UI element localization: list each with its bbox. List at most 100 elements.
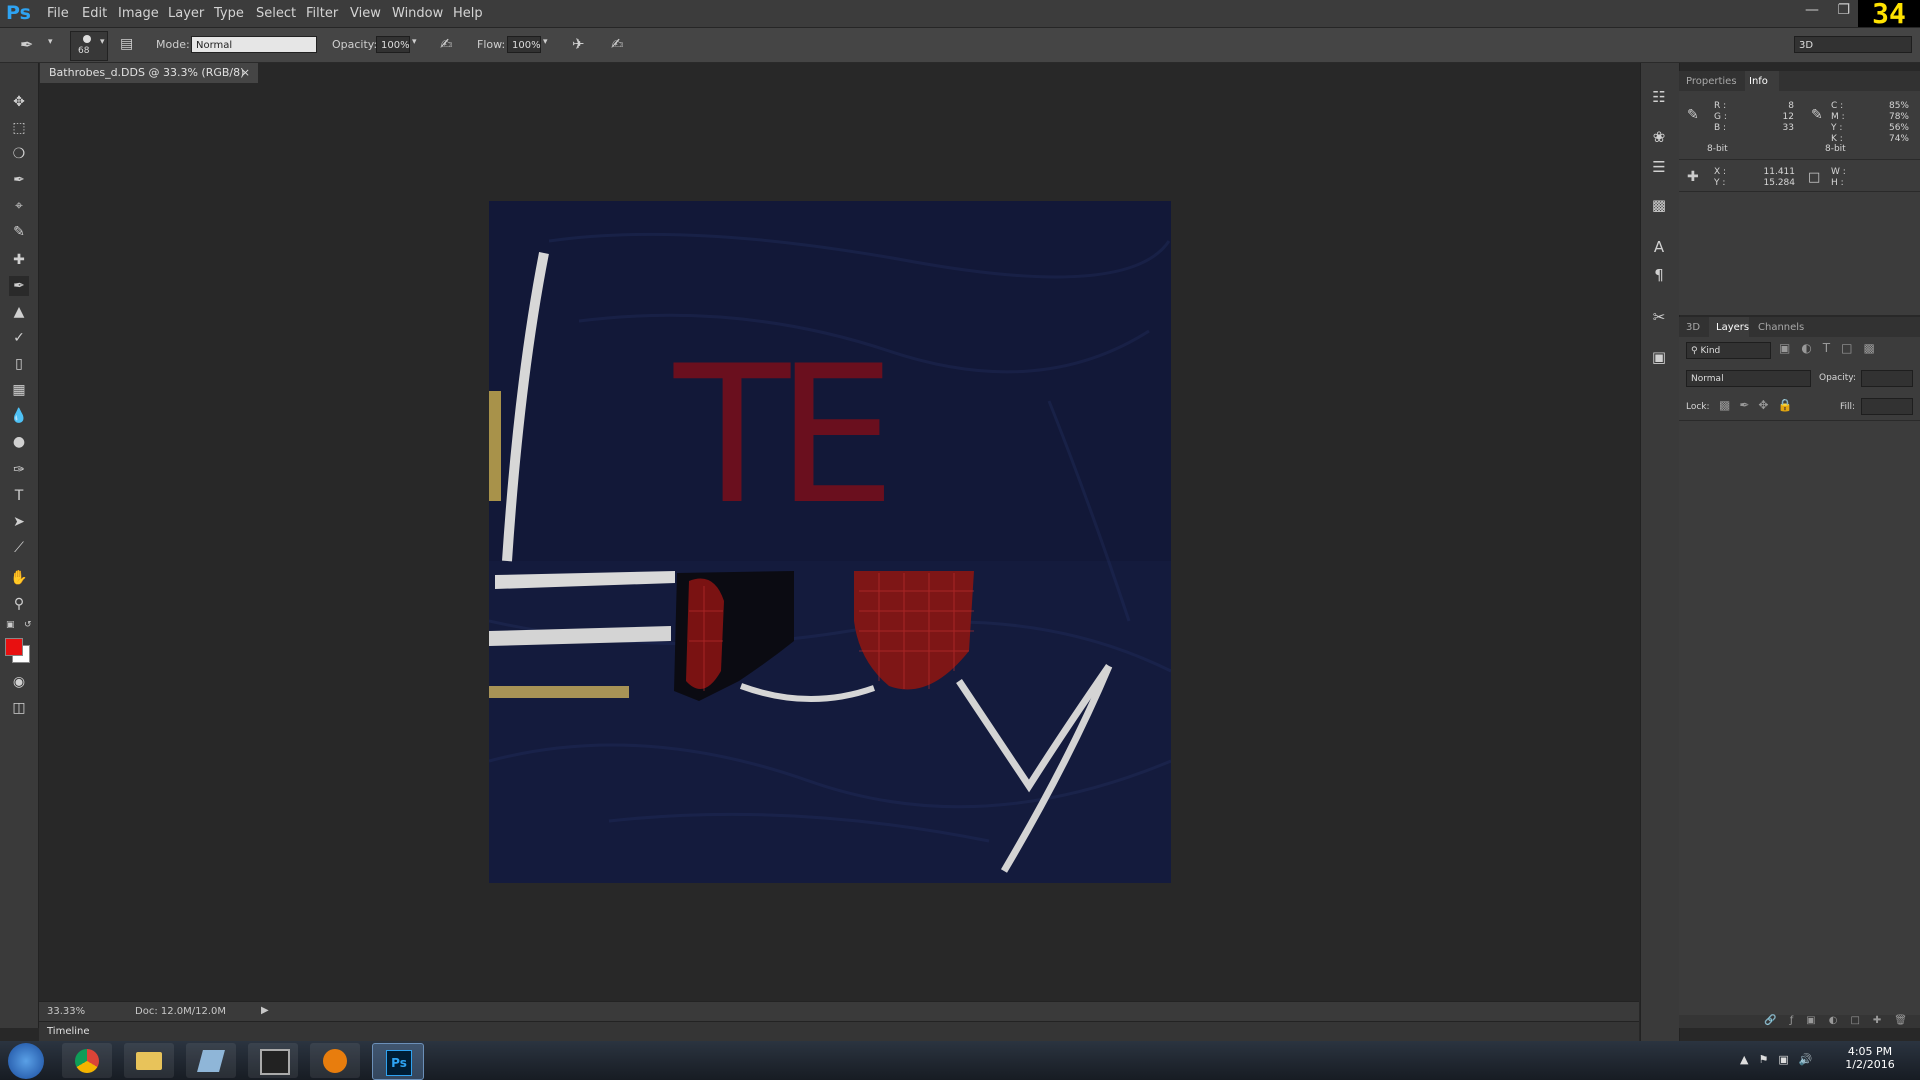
tab-layers[interactable]: Layers xyxy=(1716,322,1749,333)
menu-window[interactable]: Window xyxy=(392,6,443,21)
opacity-input[interactable]: 100% xyxy=(376,36,410,53)
clone-source-icon[interactable]: ▩ xyxy=(1648,194,1670,216)
pen-tool-icon[interactable]: ✑ xyxy=(9,460,29,480)
brush-tool-icon[interactable]: ✒ xyxy=(9,276,29,296)
default-colors-icon[interactable]: ▣ xyxy=(6,620,15,630)
swap-colors-icon[interactable]: ↺ xyxy=(24,620,32,630)
start-button-icon[interactable] xyxy=(8,1043,44,1079)
menu-help[interactable]: Help xyxy=(453,6,483,21)
eyedropper-tool-icon[interactable]: ✎ xyxy=(9,222,29,242)
screen-mode-icon[interactable]: ◫ xyxy=(9,698,29,718)
layer-filter-icons[interactable]: ▣◐T□▩ xyxy=(1779,341,1886,355)
history-panel-icon[interactable]: ☷ xyxy=(1648,86,1670,108)
tab-3d[interactable]: 3D xyxy=(1686,322,1700,333)
timeline-tab[interactable]: Timeline xyxy=(47,1026,90,1037)
layer-filter-value: Kind xyxy=(1700,346,1721,356)
menu-select[interactable]: Select xyxy=(256,6,296,21)
tab-properties[interactable]: Properties xyxy=(1686,76,1737,87)
marquee-tool-icon[interactable]: ⬚ xyxy=(9,118,29,138)
tan-belt-strip-2 xyxy=(489,686,629,698)
blur-tool-icon[interactable]: 💧 xyxy=(9,406,29,426)
zoom-level[interactable]: 33.33% xyxy=(47,1006,85,1017)
clock-time: 4:05 PM xyxy=(1847,1045,1893,1058)
divider xyxy=(1679,420,1920,421)
line-tool-icon[interactable]: ⟋ xyxy=(9,538,29,558)
menu-file[interactable]: File xyxy=(47,6,69,21)
layer-fill-input[interactable] xyxy=(1861,398,1913,415)
restore-icon[interactable]: ❐ xyxy=(1837,2,1850,18)
brush-panel-toggle-icon[interactable]: ▤ xyxy=(120,36,133,52)
taskbar-chrome-icon[interactable] xyxy=(62,1043,112,1078)
menu-edit[interactable]: Edit xyxy=(82,6,107,21)
menu-layer[interactable]: Layer xyxy=(168,6,204,21)
texture-canvas[interactable]: TE xyxy=(489,201,1171,883)
pressure-opacity-icon[interactable]: ✍ xyxy=(440,35,453,53)
doc-size: Doc: 12.0M/12.0M xyxy=(135,1006,227,1017)
red-plaid-left-pocket xyxy=(686,578,724,689)
selection-size-icon: □ xyxy=(1808,170,1821,185)
move-tool-icon[interactable]: ✥ xyxy=(9,92,29,112)
quick-mask-icon[interactable]: ◉ xyxy=(9,672,29,692)
opacity-chevron-icon[interactable]: ▾ xyxy=(412,37,417,47)
rgb-values: 8 12 33 xyxy=(1782,101,1794,133)
brush-size-chevron-icon[interactable]: ▾ xyxy=(100,37,105,47)
lock-icons[interactable]: ▩✒✥🔒 xyxy=(1719,398,1801,412)
layer-filter-select[interactable]: ⚲ Kind xyxy=(1686,342,1771,359)
brush-tool-preset-icon[interactable]: ✒ xyxy=(20,35,33,54)
close-tab-icon[interactable]: × xyxy=(241,63,250,83)
taskbar-blender-icon[interactable] xyxy=(310,1043,360,1078)
foreground-color-swatch[interactable] xyxy=(5,638,23,656)
eyedropper-icon: ✎ xyxy=(1687,107,1699,123)
chevron-down-icon[interactable]: ▾ xyxy=(48,37,53,47)
image-panel-icon[interactable]: ▣ xyxy=(1648,346,1670,368)
brush-presets-icon[interactable]: ❀ xyxy=(1648,126,1670,148)
path-select-tool-icon[interactable]: ➤ xyxy=(9,512,29,532)
lock-label: Lock: xyxy=(1686,402,1710,412)
flow-input[interactable]: 100% xyxy=(507,36,541,53)
layer-blend-select[interactable]: Normal xyxy=(1686,370,1811,387)
clock[interactable]: 4:05 PM 1/2/2016 xyxy=(1840,1045,1900,1071)
type-tool-icon[interactable]: T xyxy=(9,486,29,506)
tab-channels[interactable]: Channels xyxy=(1758,322,1804,333)
lasso-tool-icon[interactable]: ❍ xyxy=(9,144,29,164)
airbrush-icon[interactable]: ✈ xyxy=(572,35,585,53)
dodge-tool-icon[interactable]: ● xyxy=(9,432,29,452)
flow-chevron-icon[interactable]: ▾ xyxy=(543,37,548,47)
healing-brush-tool-icon[interactable]: ✚ xyxy=(9,250,29,270)
pressure-size-icon[interactable]: ✍ xyxy=(611,35,624,53)
character-panel-icon[interactable]: A xyxy=(1648,236,1670,258)
document-tab[interactable]: Bathrobes_d.DDS @ 33.3% (RGB/8) × xyxy=(40,63,258,83)
system-tray-icons[interactable]: ▲⚑▣🔊 xyxy=(1740,1053,1822,1066)
history-brush-tool-icon[interactable]: ✓ xyxy=(9,328,29,348)
taskbar-app-icon[interactable] xyxy=(186,1043,236,1078)
document-tab-title: Bathrobes_d.DDS @ 33.3% (RGB/8) xyxy=(49,66,245,79)
layer-opacity-input[interactable] xyxy=(1861,370,1913,387)
eyedropper-cmyk-icon: ✎ xyxy=(1811,107,1823,123)
clone-stamp-tool-icon[interactable]: ▲ xyxy=(9,302,29,322)
crop-tool-icon[interactable]: ⌖ xyxy=(9,196,29,216)
tool-presets-icon[interactable]: ✂ xyxy=(1648,306,1670,328)
tab-info[interactable]: Info xyxy=(1749,76,1768,87)
menu-view[interactable]: View xyxy=(350,6,381,21)
tan-belt-strip xyxy=(489,391,501,501)
gradient-tool-icon[interactable]: ▦ xyxy=(9,380,29,400)
workspace-select[interactable]: 3D xyxy=(1794,36,1912,53)
minimize-icon[interactable]: — xyxy=(1805,2,1819,18)
layers-footer-icons[interactable]: 🔗ƒ▣◐□✚🗑 xyxy=(1679,1015,1920,1028)
paragraph-panel-icon[interactable]: ¶ xyxy=(1648,264,1670,286)
eraser-tool-icon[interactable]: ▯ xyxy=(9,354,29,374)
hand-tool-icon[interactable]: ✋ xyxy=(9,568,29,588)
taskbar-photoshop-icon[interactable]: Ps xyxy=(372,1043,424,1080)
mode-select[interactable]: Normal xyxy=(191,36,317,53)
quick-select-tool-icon[interactable]: ✒ xyxy=(9,170,29,190)
status-menu-arrow-icon[interactable]: ▶ xyxy=(261,1005,269,1016)
menu-filter[interactable]: Filter xyxy=(306,6,338,21)
taskbar-fraps-icon[interactable] xyxy=(248,1043,298,1078)
taskbar-explorer-icon[interactable] xyxy=(124,1043,174,1078)
menu-type[interactable]: Type xyxy=(214,6,244,21)
zoom-tool-icon[interactable]: ⚲ xyxy=(9,594,29,614)
fill-label: Fill: xyxy=(1840,402,1856,412)
divider xyxy=(1679,159,1920,160)
menu-image[interactable]: Image xyxy=(118,6,159,21)
adjustments-icon[interactable]: ☰ xyxy=(1648,156,1670,178)
